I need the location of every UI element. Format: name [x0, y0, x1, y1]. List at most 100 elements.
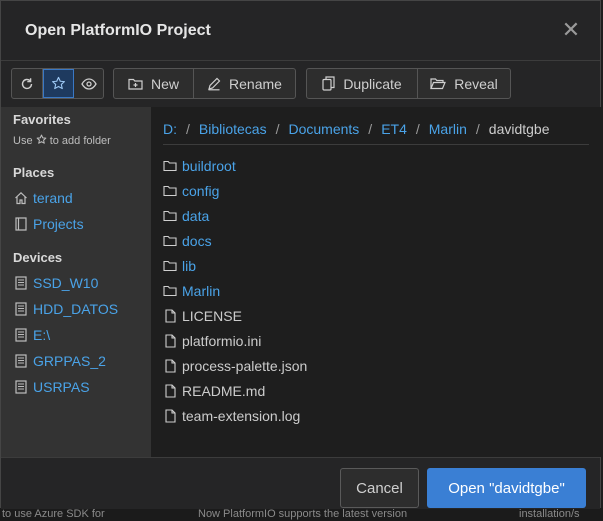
file-name: process-palette.json [182, 357, 308, 374]
breadcrumb-separator: / [275, 121, 280, 137]
file-icon [163, 358, 177, 373]
rename-label: Rename [229, 75, 282, 92]
pencil-icon [207, 77, 221, 91]
sidebar-item-grppas-2[interactable]: GRPPAS_2 [13, 351, 106, 371]
file-name: Marlin [182, 282, 221, 299]
file-browser: D: / Bibliotecas / Documents / ET4 / Mar… [151, 107, 602, 457]
list-item[interactable]: buildroot [163, 153, 583, 178]
sidebar-item-label: GRPPAS_2 [33, 353, 106, 369]
sidebar-item-label: USRPAS [33, 379, 90, 395]
view-button-group [11, 68, 104, 99]
breadcrumb-item[interactable]: Marlin [429, 121, 467, 137]
favorites-hint-prefix: Use [13, 135, 33, 147]
favorite-button[interactable] [43, 69, 74, 98]
list-item[interactable]: Marlin [163, 278, 583, 303]
sidebar-item-terand[interactable]: terand [13, 188, 73, 208]
new-folder-icon [128, 77, 143, 90]
sidebar: Favorites Use to add folder Places teran… [1, 107, 151, 457]
file-name: config [182, 182, 220, 199]
list-item[interactable]: platformio.ini [163, 328, 583, 353]
open-button[interactable]: Open "davidtgbe" [427, 468, 586, 508]
list-item[interactable]: process-palette.json [163, 353, 583, 378]
refresh-icon [20, 77, 34, 91]
duplicate-label: Duplicate [343, 75, 402, 92]
favorites-hint: Use to add folder [13, 134, 111, 148]
close-icon[interactable]: ✕ [560, 19, 582, 41]
toggle-hidden-button[interactable] [74, 69, 103, 98]
list-item[interactable]: lib [163, 253, 583, 278]
new-button[interactable]: New [114, 69, 194, 98]
drive-icon [13, 301, 29, 317]
sidebar-item-label: HDD_DATOS [33, 301, 119, 317]
sidebar-item-hdd-datos[interactable]: HDD_DATOS [13, 299, 118, 319]
file-name: buildroot [182, 157, 236, 174]
folder-icon [163, 284, 177, 298]
file-name: README.md [182, 382, 266, 399]
file-name: team-extension.log [182, 407, 301, 424]
sidebar-item-ssd-w10[interactable]: SSD_W10 [13, 273, 98, 293]
breadcrumb-current: davidtgbe [488, 121, 550, 137]
list-item[interactable]: config [163, 178, 583, 203]
folder-icon [163, 159, 177, 173]
reveal-label: Reveal [454, 75, 498, 92]
star-icon [36, 134, 47, 148]
sidebar-item-usrpas[interactable]: USRPAS [13, 377, 90, 397]
favorites-heading: Favorites [13, 112, 71, 127]
devices-heading: Devices [13, 250, 63, 265]
new-label: New [150, 75, 179, 92]
sidebar-item-label: SSD_W10 [33, 275, 99, 291]
list-item[interactable]: team-extension.log [163, 403, 583, 428]
eye-icon [80, 77, 97, 90]
background-text-mid: Now PlatformIO supports the latest versi… [198, 508, 408, 520]
list-item[interactable]: docs [163, 228, 583, 253]
sidebar-item-e-drive[interactable]: E:\ [13, 325, 50, 345]
background-editor-strip: to use Azure SDK for Now PlatformIO supp… [0, 508, 603, 521]
folder-icon [163, 259, 177, 273]
rename-button[interactable]: Rename [194, 69, 295, 98]
list-item[interactable]: README.md [163, 378, 583, 403]
dialog-header: Open PlatformIO Project ✕ [1, 1, 600, 61]
drive-icon [13, 353, 29, 369]
cancel-button[interactable]: Cancel [340, 468, 419, 508]
refresh-button[interactable] [12, 69, 43, 98]
duplicate-button[interactable]: Duplicate [307, 69, 418, 98]
list-item[interactable]: data [163, 203, 583, 228]
drive-icon [13, 379, 29, 395]
breadcrumb-item[interactable]: D: [163, 121, 177, 137]
file-icon [163, 308, 177, 323]
file-icon [163, 408, 177, 423]
file-name: data [182, 207, 210, 224]
sidebar-item-label: terand [33, 190, 73, 206]
folder-icon [163, 234, 177, 248]
breadcrumb-separator: / [186, 121, 190, 137]
drive-icon [13, 327, 29, 343]
sidebar-item-label: E:\ [33, 327, 51, 343]
file-icon [163, 333, 177, 348]
breadcrumb-item[interactable]: Bibliotecas [199, 121, 267, 137]
file-button-group: Duplicate Reveal [306, 68, 511, 99]
breadcrumb-item[interactable]: ET4 [381, 121, 407, 137]
edit-button-group: New Rename [113, 68, 296, 99]
list-item[interactable]: LICENSE [163, 303, 583, 328]
file-icon [163, 383, 177, 398]
breadcrumb-divider [163, 144, 589, 145]
dialog-footer: Cancel Open "davidtgbe" [1, 457, 600, 509]
file-name: docs [182, 232, 212, 249]
breadcrumb: D: / Bibliotecas / Documents / ET4 / Mar… [163, 119, 550, 139]
breadcrumb-separator: / [368, 121, 373, 137]
file-name: platformio.ini [182, 332, 262, 349]
drive-icon [13, 275, 29, 291]
project-icon [13, 216, 29, 232]
file-name: LICENSE [182, 307, 242, 324]
folder-icon [163, 209, 177, 223]
background-text-right: installation/s [519, 508, 580, 520]
dialog-title: Open PlatformIO Project [25, 22, 211, 39]
breadcrumb-separator: / [415, 121, 420, 137]
reveal-button[interactable]: Reveal [418, 69, 510, 98]
file-list: buildroot config data docs lib Marlin LI… [163, 153, 583, 428]
breadcrumb-item[interactable]: Documents [288, 121, 359, 137]
copy-icon [322, 76, 335, 91]
folder-icon [163, 184, 177, 198]
star-icon [51, 76, 66, 91]
sidebar-item-projects[interactable]: Projects [13, 214, 84, 234]
